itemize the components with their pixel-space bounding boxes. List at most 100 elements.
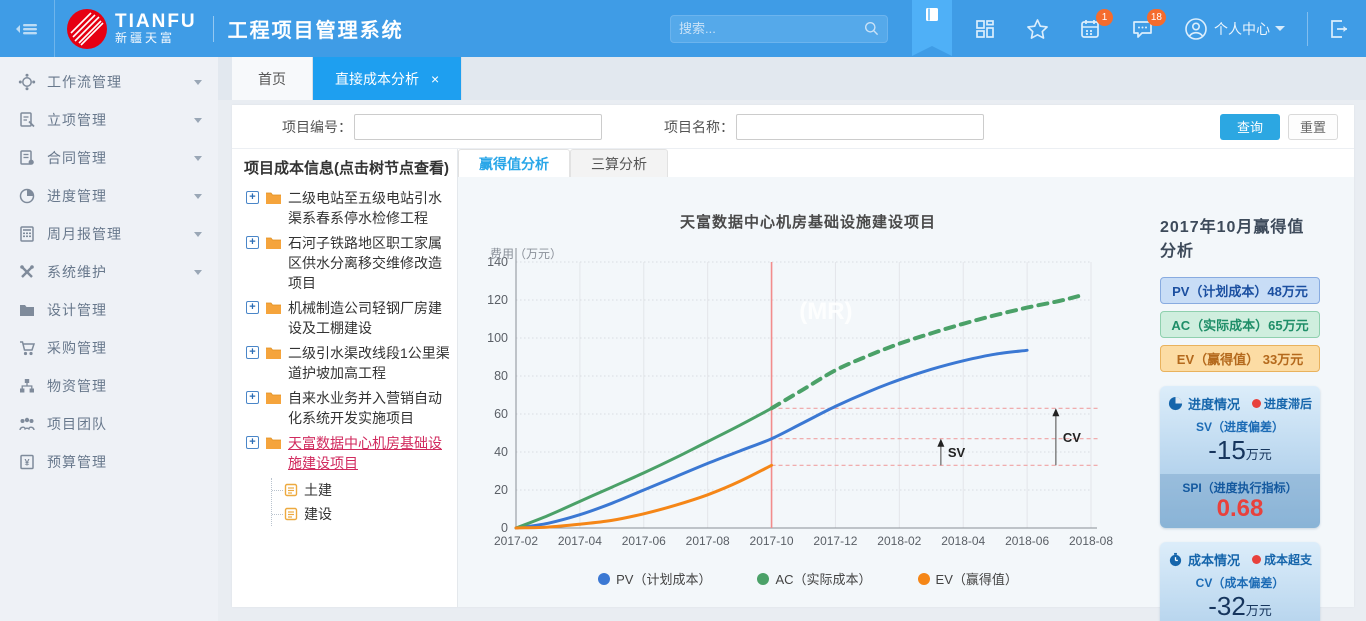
project-code-input[interactable] (354, 114, 602, 140)
sidebar-item-4[interactable]: 进度管理 (0, 177, 218, 215)
expand-plus-icon[interactable]: + (246, 436, 259, 449)
status-dot-icon (1252, 399, 1261, 408)
analysis-tab-2[interactable]: 三算分析 (570, 149, 668, 177)
sidebar-item-9[interactable]: 物资管理 (0, 367, 218, 405)
sidebar-item-3[interactable]: 合同管理 (0, 139, 218, 177)
tree-node-label[interactable]: 二级电站至五级电站引水渠系春系停水检修工程 (288, 188, 451, 228)
svg-text:80: 80 (494, 369, 508, 383)
card-status: 进度滞后 (1252, 395, 1312, 412)
tree-node-label[interactable]: 机械制造公司轻钢厂房建设及工棚建设 (288, 298, 451, 338)
sidebar-item-1[interactable]: 工作流管理 (0, 63, 218, 101)
chevron-down-icon (194, 194, 202, 199)
tree-leaf[interactable]: 建设 (272, 502, 451, 526)
tree-leaf-label: 土建 (304, 480, 332, 500)
progress-icon (18, 187, 36, 205)
svg-text:费用（万元）: 费用（万元） (490, 247, 562, 261)
legend-item[interactable]: AC（实际成本） (757, 569, 871, 588)
tree-leaf[interactable]: 土建 (272, 478, 451, 502)
svg-text:2017-10: 2017-10 (750, 534, 794, 548)
sidebar-item-label: 立项管理 (47, 110, 107, 130)
sidebar-item-5[interactable]: 周月报管理 (0, 215, 218, 253)
project-setup-icon (18, 111, 36, 129)
folder-icon (265, 435, 282, 450)
calendar-badge: 1 (1096, 9, 1113, 26)
tree-leaf-label: 建设 (304, 504, 332, 524)
folder-icon (265, 390, 282, 405)
maintenance-icon (18, 263, 36, 281)
legend-item[interactable]: PV（计划成本） (598, 569, 711, 588)
chart-title: 天富数据中心机房基础设施建设项目 (680, 211, 936, 232)
legend-label: PV（计划成本） (616, 569, 711, 588)
card-title: 成本情况 (1188, 550, 1240, 569)
analysis-tabbar: 赢得值分析三算分析 (458, 149, 1354, 177)
sidebar-item-2[interactable]: 立项管理 (0, 101, 218, 139)
svg-text:2018-08: 2018-08 (1069, 534, 1113, 548)
chart-legend: PV（计划成本） AC（实际成本） EV（赢得值） (598, 569, 1018, 588)
close-icon[interactable]: × (431, 71, 439, 87)
tree-node-label[interactable]: 二级引水渠改线段1公里渠道护坡加高工程 (288, 343, 451, 383)
chevron-down-icon (194, 232, 202, 237)
expand-plus-icon[interactable]: + (246, 236, 259, 249)
ev-value-badge-2: AC（实际成本）65万元 (1160, 311, 1320, 338)
query-button[interactable]: 查询 (1220, 114, 1280, 140)
sidebar-item-6[interactable]: 系统维护 (0, 253, 218, 291)
chevron-down-icon (194, 270, 202, 275)
expand-plus-icon[interactable]: + (246, 191, 259, 204)
page-tabbar: 首页直接成本分析× (218, 57, 1366, 100)
status-cards: 进度情况 进度滞后 SV（进度偏差） -15万元 SPI（进度执行指标） 0.6… (1160, 386, 1320, 621)
sidebar-item-8[interactable]: 采购管理 (0, 329, 218, 367)
reset-button[interactable]: 重置 (1288, 114, 1338, 140)
svg-text:120: 120 (487, 293, 508, 307)
favorites-button[interactable] (1026, 18, 1049, 40)
messages-button[interactable]: 18 (1131, 18, 1154, 40)
svg-text:0: 0 (501, 521, 508, 535)
expand-plus-icon[interactable]: + (246, 391, 259, 404)
app-title: 工程项目管理系统 (228, 14, 404, 43)
ev-badges: PV（计划成本）48万元AC（实际成本）65万元EV（赢得值） 33万元 (1160, 277, 1320, 372)
apps-grid-button[interactable] (974, 18, 996, 40)
global-search[interactable] (670, 15, 888, 43)
logout-button[interactable] (1328, 18, 1350, 40)
sidebar-item-11[interactable]: ¥ 预算管理 (0, 443, 218, 481)
metric-label: CV（成本偏差） (1160, 574, 1320, 591)
schedule-button[interactable]: 1 (1079, 18, 1101, 40)
analysis-tab-1[interactable]: 赢得值分析 (458, 149, 570, 177)
search-icon[interactable] (864, 21, 879, 36)
tree-node-6: + 天富数据中心机房基础设施建设项目 (244, 433, 451, 473)
sidebar-item-label: 工作流管理 (47, 72, 122, 92)
project-name-input[interactable] (736, 114, 984, 140)
legend-label: EV（赢得值） (936, 569, 1018, 588)
bookmark-ribbon[interactable] (912, 0, 952, 46)
search-input[interactable] (679, 21, 864, 36)
document-icon (284, 483, 298, 497)
ev-value-badge-3: EV（赢得值） 33万元 (1160, 345, 1320, 372)
tree-node-label[interactable]: 石河子铁路地区职工家属区供水分离移交维修改造项目 (288, 233, 451, 293)
analysis-panel: 赢得值分析三算分析 天富数据中心机房基础设施建设项目 0204060801001… (458, 149, 1354, 607)
svg-text:2017-12: 2017-12 (813, 534, 857, 548)
tree-node-label[interactable]: 天富数据中心机房基础设施建设项目 (288, 433, 451, 473)
user-menu[interactable]: 个人中心 (1184, 17, 1285, 41)
cost-timer-icon (1168, 552, 1183, 567)
sidebar-collapse-button[interactable] (0, 0, 55, 57)
page-tab-2[interactable]: 直接成本分析× (313, 57, 462, 100)
title-divider (213, 16, 214, 42)
tree-node-1: + 二级电站至五级电站引水渠系春系停水检修工程 (244, 188, 451, 228)
svg-text:CV: CV (1063, 430, 1081, 445)
sidebar-item-7[interactable]: 设计管理 (0, 291, 218, 329)
report-icon (18, 225, 36, 243)
legend-dot-icon (918, 573, 930, 585)
svg-text:(MR): (MR) (799, 298, 852, 325)
sidebar-item-10[interactable]: 项目团队 (0, 405, 218, 443)
legend-item[interactable]: EV（赢得值） (918, 569, 1018, 588)
user-avatar-icon (1184, 17, 1208, 41)
project-code-label: 项目编号： (282, 117, 352, 137)
expand-plus-icon[interactable]: + (246, 301, 259, 314)
materials-icon (18, 377, 36, 395)
project-tree-panel: 项目成本信息(点击树节点查看) + 二级电站至五级电站引水渠系春系停水检修工程+… (232, 149, 458, 607)
tree-node-label[interactable]: 自来水业务并入营销自动化系统开发实施项目 (288, 388, 451, 428)
page-tab-1[interactable]: 首页 (232, 57, 313, 100)
grid-icon (974, 18, 996, 40)
folder-icon (265, 190, 282, 205)
project-name-label: 项目名称： (664, 117, 734, 137)
expand-plus-icon[interactable]: + (246, 346, 259, 359)
